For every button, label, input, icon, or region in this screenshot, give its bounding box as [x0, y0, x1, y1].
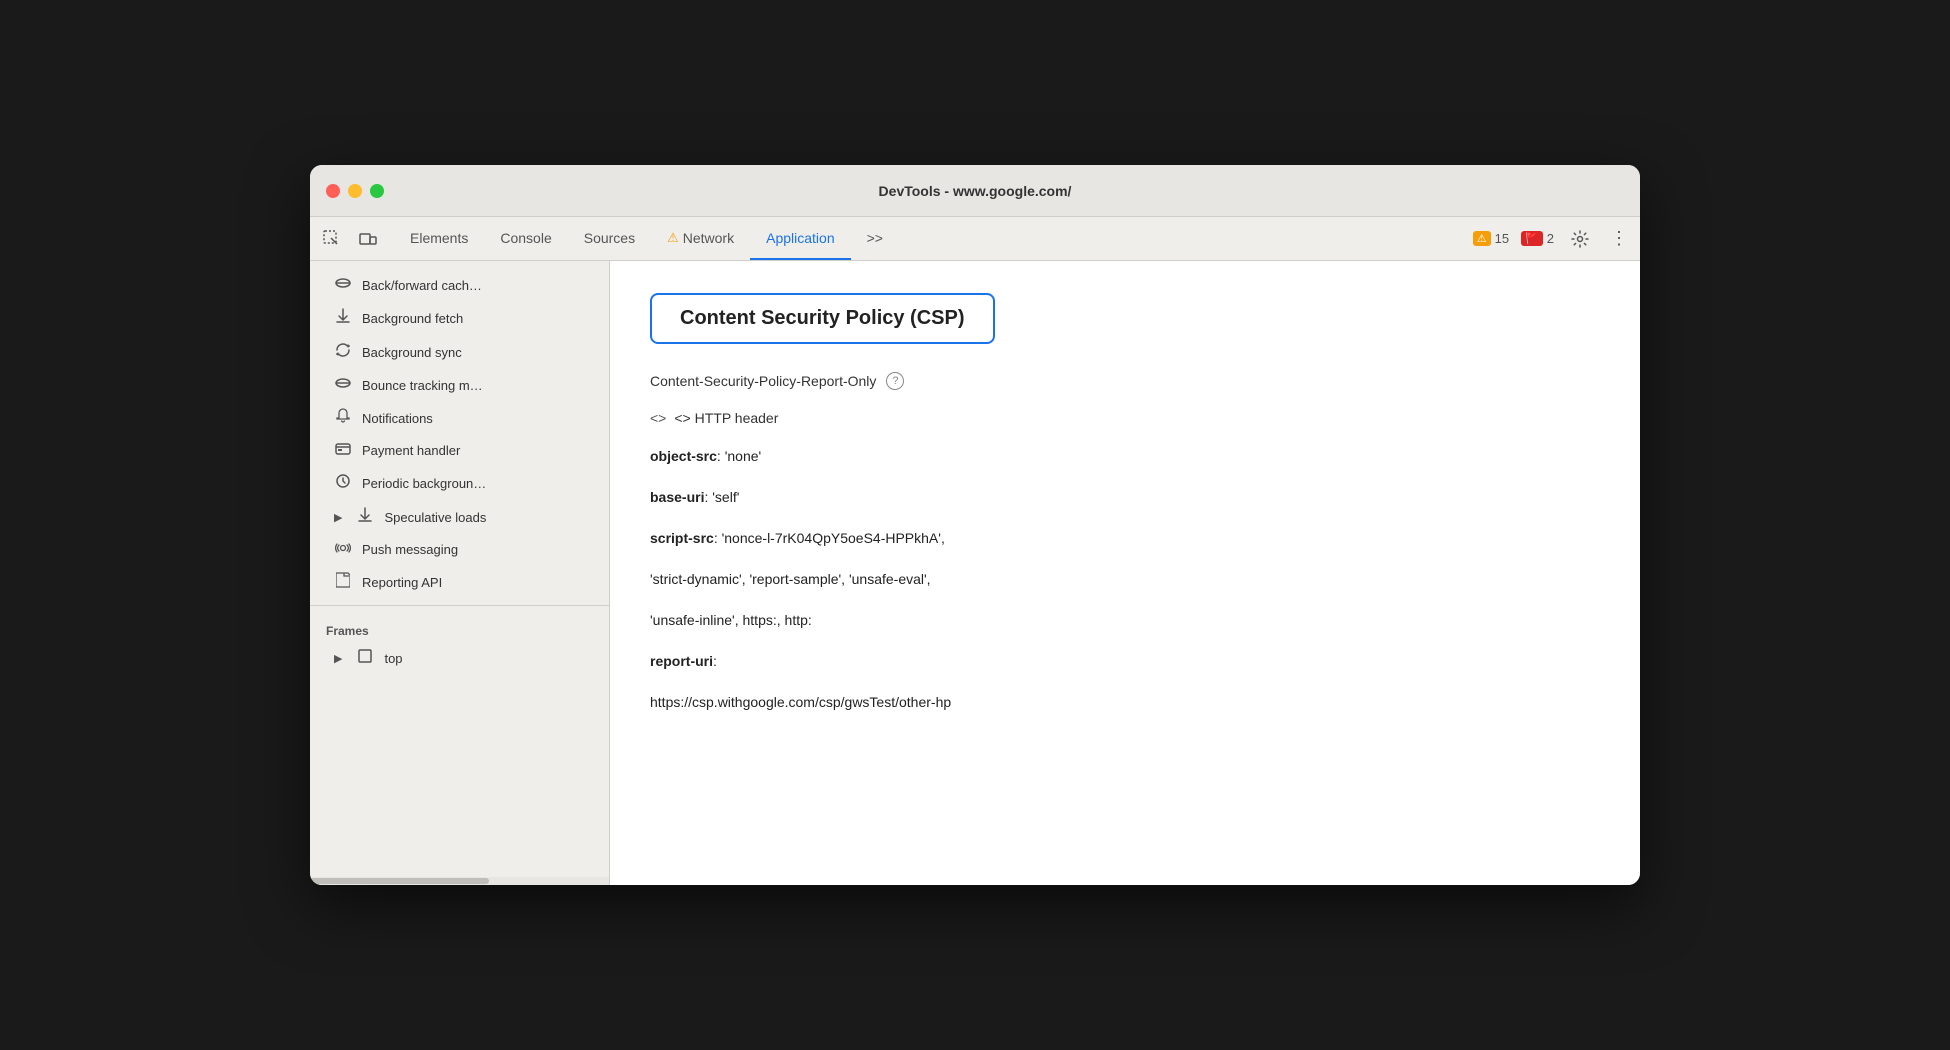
warning-badge[interactable]: ⚠ 15 [1473, 231, 1509, 246]
push-messaging-icon [334, 541, 352, 558]
http-header-row: <> <> HTTP header [650, 410, 1600, 426]
close-button[interactable] [326, 184, 340, 198]
minimize-button[interactable] [348, 184, 362, 198]
sidebar-item-bg-fetch[interactable]: Background fetch [310, 301, 609, 335]
frames-expand-arrow-icon: ▶ [334, 652, 342, 665]
csp-title-box: Content Security Policy (CSP) [650, 293, 995, 344]
sidebar-scrollbar-thumb [310, 878, 489, 884]
window-title: DevTools - www.google.com/ [879, 183, 1072, 199]
sidebar-item-notifications[interactable]: Notifications [310, 401, 609, 435]
sidebar-item-bounce-tracking[interactable]: Bounce tracking m… [310, 369, 609, 401]
main-content: Back/forward cach… Background fetch [310, 261, 1640, 885]
tab-application[interactable]: Application [750, 217, 851, 260]
sidebar-divider [310, 605, 609, 606]
periodic-bg-icon [334, 473, 352, 493]
sidebar: Back/forward cach… Background fetch [310, 261, 610, 885]
tab-console[interactable]: Console [484, 217, 567, 260]
network-warning-icon: ⚠ [667, 230, 679, 246]
tab-elements[interactable]: Elements [394, 217, 484, 260]
content-area: Content Security Policy (CSP) Content-Se… [610, 261, 1640, 885]
title-bar: DevTools - www.google.com/ [310, 165, 1640, 217]
policy-row: Content-Security-Policy-Report-Only ? [650, 372, 1600, 390]
maximize-button[interactable] [370, 184, 384, 198]
sidebar-item-reporting-api[interactable]: Reporting API [310, 565, 609, 599]
csp-value-object-src: object-src: 'none' [650, 446, 1600, 467]
csp-values: object-src: 'none' base-uri: 'self' scri… [650, 446, 1600, 713]
help-icon[interactable]: ? [886, 372, 904, 390]
csp-value-report-uri: report-uri: [650, 651, 1600, 672]
csp-value-unsafe-inline: 'unsafe-inline', https:, http: [650, 610, 1600, 631]
overflow-menu-button[interactable]: ⋮ [1606, 224, 1632, 253]
back-forward-icon [334, 276, 352, 294]
sidebar-item-frames-top[interactable]: ▶ top [310, 642, 609, 674]
more-tabs-button[interactable]: >> [851, 217, 899, 260]
http-header-label: <> HTTP header [674, 410, 778, 426]
sidebar-item-push-messaging[interactable]: Push messaging [310, 534, 609, 565]
settings-button[interactable] [1566, 225, 1594, 253]
toolbar: Elements Console Sources ⚠ Network Appli… [310, 217, 1640, 261]
traffic-lights [326, 184, 384, 198]
speculative-loads-icon [356, 507, 374, 527]
tab-list: Elements Console Sources ⚠ Network Appli… [394, 217, 899, 260]
toolbar-right: ⚠ 15 🚩 2 ⋮ [1473, 224, 1632, 253]
bg-fetch-icon [334, 308, 352, 328]
tab-network[interactable]: ⚠ Network [651, 217, 750, 260]
sidebar-item-back-forward[interactable]: Back/forward cach… [310, 269, 609, 301]
reporting-api-icon [334, 572, 352, 592]
error-icon: 🚩 [1521, 231, 1543, 246]
csp-value-script-src: script-src: 'nonce-l-7rK04QpY5oeS4-HPPkh… [650, 528, 1600, 549]
inspect-element-button[interactable] [318, 225, 346, 253]
http-header-icon: <> [650, 410, 666, 426]
sidebar-bottom-scrollbar[interactable] [310, 877, 609, 885]
policy-name: Content-Security-Policy-Report-Only [650, 373, 876, 389]
devtools-window: DevTools - www.google.com/ Elements [310, 165, 1640, 885]
expand-arrow-icon: ▶ [334, 511, 342, 524]
bg-sync-icon [334, 342, 352, 362]
payment-handler-icon [334, 442, 352, 459]
sidebar-item-bg-sync[interactable]: Background sync [310, 335, 609, 369]
csp-value-strict-dynamic: 'strict-dynamic', 'report-sample', 'unsa… [650, 569, 1600, 590]
tab-sources[interactable]: Sources [568, 217, 651, 260]
toolbar-icons [318, 225, 382, 253]
device-toggle-button[interactable] [354, 225, 382, 253]
csp-value-base-uri: base-uri: 'self' [650, 487, 1600, 508]
frame-icon [356, 649, 374, 667]
csp-value-report-uri-url: https://csp.withgoogle.com/csp/gwsTest/o… [650, 692, 1600, 713]
bounce-tracking-icon [334, 376, 352, 394]
error-badge[interactable]: 🚩 2 [1521, 231, 1554, 246]
frames-section-title: Frames [310, 612, 609, 642]
sidebar-item-periodic-bg[interactable]: Periodic backgroun… [310, 466, 609, 500]
warning-icon: ⚠ [1473, 231, 1491, 246]
sidebar-item-speculative-loads[interactable]: ▶ Speculative loads [310, 500, 609, 534]
notifications-icon [334, 408, 352, 428]
sidebar-item-payment-handler[interactable]: Payment handler [310, 435, 609, 466]
csp-title: Content Security Policy (CSP) [680, 307, 965, 329]
